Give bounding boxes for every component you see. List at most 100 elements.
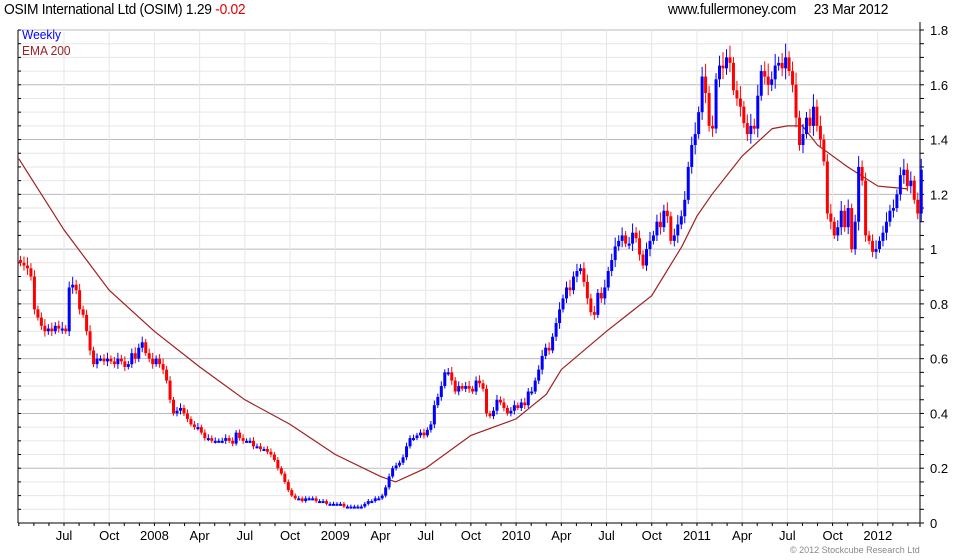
candle-up bbox=[370, 501, 374, 504]
candle-up bbox=[749, 125, 753, 135]
candle-up bbox=[898, 175, 902, 195]
x-tick-label: Oct bbox=[280, 528, 301, 543]
candle-down bbox=[74, 284, 78, 291]
candle-up bbox=[415, 435, 419, 439]
candle-down bbox=[102, 358, 106, 362]
candle-up bbox=[53, 325, 57, 332]
candle-down bbox=[238, 432, 242, 439]
candle-up bbox=[359, 506, 363, 509]
candle-up bbox=[509, 410, 513, 414]
candle-down bbox=[64, 328, 68, 332]
candle-up bbox=[408, 438, 412, 447]
candle-up bbox=[606, 271, 610, 288]
candle-up bbox=[690, 145, 694, 167]
candle-up bbox=[335, 503, 339, 506]
candle-down bbox=[498, 399, 502, 403]
candle-down bbox=[29, 268, 33, 277]
candle-up bbox=[620, 235, 624, 241]
candle-up bbox=[154, 358, 158, 365]
candle-up bbox=[846, 208, 850, 228]
candle-down bbox=[168, 380, 172, 400]
candle-down bbox=[283, 473, 287, 482]
x-tick-label: Oct bbox=[822, 528, 843, 543]
candle-down bbox=[269, 451, 273, 455]
candle-up bbox=[380, 495, 384, 499]
candle-up bbox=[446, 372, 450, 375]
candle-down bbox=[721, 65, 725, 69]
candle-down bbox=[231, 440, 235, 444]
candle-down bbox=[276, 460, 280, 469]
candle-down bbox=[50, 328, 54, 332]
candle-up bbox=[881, 232, 885, 241]
candle-up bbox=[884, 221, 888, 233]
candle-down bbox=[864, 180, 868, 236]
candle-up bbox=[811, 106, 815, 126]
x-tick-label: Jul bbox=[417, 528, 434, 543]
candle-up bbox=[304, 498, 308, 502]
candle-up bbox=[245, 440, 249, 443]
candle-down bbox=[794, 84, 798, 118]
candle-up bbox=[384, 487, 388, 496]
candle-up bbox=[297, 498, 301, 501]
candle-up bbox=[683, 199, 687, 217]
candle-up bbox=[425, 429, 429, 436]
candle-up bbox=[888, 210, 892, 222]
candle-up bbox=[613, 246, 617, 261]
candle-up bbox=[328, 503, 332, 506]
candle-up bbox=[839, 210, 843, 228]
candle-down bbox=[780, 62, 784, 69]
candle-down bbox=[342, 503, 346, 507]
candle-down bbox=[85, 314, 89, 332]
candle-up bbox=[474, 380, 478, 392]
candle-down bbox=[460, 386, 464, 389]
candle-down bbox=[634, 232, 638, 239]
candle-down bbox=[742, 106, 746, 124]
candle-up bbox=[443, 372, 447, 387]
candle-up bbox=[217, 440, 221, 443]
candle-up bbox=[902, 169, 906, 176]
y-tick-label: 0.8 bbox=[930, 297, 948, 312]
candle-up bbox=[137, 347, 141, 359]
candle-down bbox=[916, 199, 920, 214]
x-tick-label: 2012 bbox=[863, 528, 892, 543]
candle-down bbox=[568, 287, 572, 291]
candle-up bbox=[95, 358, 99, 365]
y-tick-label: 1.6 bbox=[930, 78, 948, 93]
candle-down bbox=[192, 424, 196, 428]
candle-up bbox=[464, 386, 468, 389]
y-tick-label: 0 bbox=[930, 516, 937, 531]
candle-up bbox=[307, 498, 311, 501]
candle-up bbox=[773, 65, 777, 80]
candle-up bbox=[578, 268, 582, 272]
candle-down bbox=[151, 358, 155, 365]
candle-up bbox=[686, 166, 690, 200]
candle-up bbox=[526, 391, 530, 406]
candle-up bbox=[537, 369, 541, 381]
candle-up bbox=[262, 449, 266, 452]
candle-up bbox=[575, 271, 579, 277]
candle-up bbox=[672, 235, 676, 241]
candle-up bbox=[67, 287, 71, 332]
candle-up bbox=[126, 364, 130, 367]
candle-down bbox=[290, 490, 294, 496]
candle-down bbox=[467, 386, 471, 389]
candle-up bbox=[46, 328, 50, 332]
candle-down bbox=[78, 290, 82, 310]
candle-up bbox=[387, 476, 391, 488]
candle-down bbox=[182, 407, 186, 414]
candle-down bbox=[39, 317, 43, 326]
candle-down bbox=[787, 57, 791, 72]
candle-down bbox=[293, 495, 297, 499]
candle-down bbox=[272, 454, 276, 461]
candle-down bbox=[185, 413, 189, 419]
candle-down bbox=[638, 238, 642, 255]
candle-down bbox=[624, 235, 628, 244]
candle-up bbox=[853, 221, 857, 250]
candle-down bbox=[144, 342, 148, 354]
candle-down bbox=[161, 364, 165, 370]
candle-down bbox=[227, 438, 231, 441]
candle-up bbox=[617, 240, 621, 247]
candle-up bbox=[412, 438, 415, 441]
candle-up bbox=[349, 506, 353, 509]
candle-up bbox=[457, 386, 461, 392]
